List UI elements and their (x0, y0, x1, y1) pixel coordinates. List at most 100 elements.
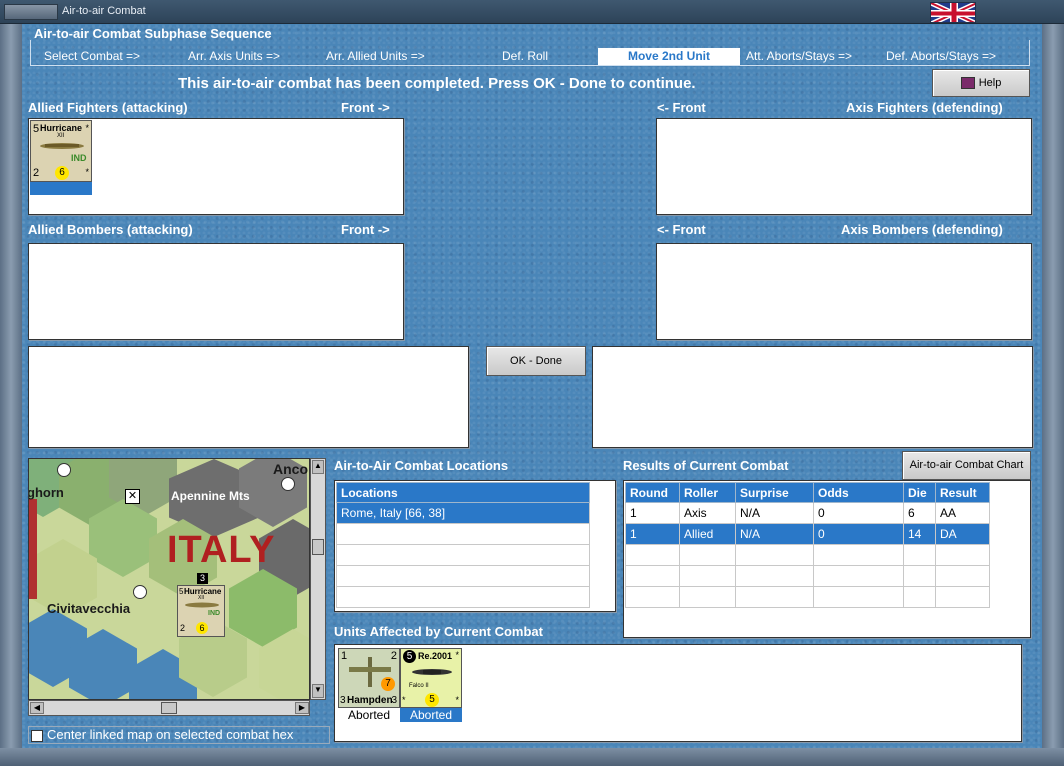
cell-roller: Axis (679, 502, 736, 524)
air-combat-chart-button[interactable]: Air-to-air Combat Chart (902, 451, 1031, 480)
col-die[interactable]: Die (903, 482, 936, 503)
fighter-icon (412, 669, 452, 675)
cell-surprise: N/A (735, 523, 814, 545)
map-label-italy: ITALY (167, 529, 276, 571)
cell-odds: 0 (813, 523, 904, 545)
plane-icon (40, 143, 84, 149)
axis-detail-box (592, 346, 1033, 448)
port-icon (57, 463, 71, 477)
counter-star-bottom-right: * (455, 695, 459, 705)
seq-step-allied-units: Arr. Allied Units => (326, 49, 425, 63)
unit-status-re2001: Aborted (400, 708, 462, 722)
cell-result: DA (935, 523, 990, 545)
counter-star-top: * (455, 650, 459, 660)
map-label-apennine: Apennine Mts (171, 489, 250, 503)
status-message: This air-to-air combat has been complete… (178, 75, 696, 92)
axis-bombers-box[interactable] (656, 243, 1032, 340)
location-row-empty (336, 544, 590, 566)
counter-value: 7 (381, 677, 395, 691)
counter-nation: IND (71, 153, 87, 163)
left-border (0, 24, 22, 766)
table-row-empty (625, 544, 990, 566)
location-row-empty (336, 523, 590, 545)
cell-roller: Allied (679, 523, 736, 545)
allied-fighters-label: Allied Fighters (attacking) (28, 100, 188, 115)
help-book-icon (960, 77, 975, 90)
mini-map[interactable]: ghorn Apennine Mts Anco ITALY Civitavecc… (28, 458, 310, 700)
col-surprise[interactable]: Surprise (735, 482, 814, 503)
front-left-label-1: <- Front (657, 100, 706, 115)
table-row[interactable]: 1 Allied N/A 0 14 DA (625, 523, 990, 545)
locations-title: Air-to-Air Combat Locations (334, 458, 509, 473)
counter-left-top: 5 (403, 650, 416, 663)
results-table-box[interactable]: Round Roller Surprise Odds Die Result 1 … (623, 480, 1031, 638)
cell-round: 1 (625, 502, 680, 524)
front-right-label-1: Front -> (341, 100, 390, 115)
scroll-up-arrow-icon[interactable]: ▲ (312, 460, 324, 474)
locations-header[interactable]: Locations (336, 482, 590, 503)
axis-bombers-label: Axis Bombers (defending) (841, 222, 1003, 237)
unit-counter-hurricane[interactable]: 5 Hurricane * XII IND 2 6 * (30, 120, 92, 182)
location-cell: Rome, Italy [66, 38] (336, 502, 590, 524)
title-bar[interactable] (0, 0, 1064, 24)
sequence-title: Air-to-air Combat Subphase Sequence (34, 26, 272, 41)
cell-round: 1 (625, 523, 680, 545)
results-title: Results of Current Combat (623, 458, 789, 473)
cell-odds: 0 (813, 502, 904, 524)
col-result[interactable]: Result (935, 482, 990, 503)
col-odds[interactable]: Odds (813, 482, 904, 503)
ok-done-button[interactable]: OK - Done (486, 346, 586, 376)
map-counter-air2air: 2 (180, 623, 186, 633)
front-left-label-2: <- Front (657, 222, 706, 237)
help-button[interactable]: Help (932, 69, 1030, 97)
scroll-down-arrow-icon[interactable]: ▼ (312, 684, 324, 698)
center-map-checkbox[interactable] (31, 729, 43, 742)
seq-step-def-aborts: Def. Aborts/Stays => (886, 49, 997, 63)
map-counter-nation: IND (208, 610, 221, 617)
map-vertical-scrollbar[interactable]: ▲ ▼ (310, 458, 326, 700)
bottom-border (0, 748, 1064, 766)
location-row-empty (336, 565, 590, 587)
table-row-empty (625, 565, 990, 587)
scroll-thumb[interactable] (312, 539, 324, 555)
center-map-checkbox-row[interactable]: Center linked map on selected combat hex (28, 726, 330, 744)
map-label-anco: Anco (273, 461, 308, 477)
counter-name: Hampden (347, 695, 393, 706)
unit-counter-re2001[interactable]: 5 Re.2001 * Falco II * 5 * (400, 648, 462, 708)
seq-step-move-2nd-unit: Move 2nd Unit (598, 48, 740, 65)
col-round[interactable]: Round (625, 482, 680, 503)
unit-status-hampden: Aborted (347, 708, 391, 722)
location-row[interactable]: Rome, Italy [66, 38] (336, 502, 590, 524)
unit-counter-hampden[interactable]: 1 2 7 3 Hampden 3 (338, 648, 400, 708)
counter-star-bottom-left: * (402, 695, 406, 705)
port-icon (133, 585, 147, 599)
cell-die: 6 (903, 502, 936, 524)
right-border (1042, 24, 1064, 766)
cell-surprise: N/A (735, 502, 814, 524)
locations-list[interactable]: Locations Rome, Italy [66, 38] (334, 480, 616, 612)
scroll-left-arrow-icon[interactable]: ◀ (30, 702, 44, 714)
cell-result: AA (935, 502, 990, 524)
counter-star-bottom: * (85, 167, 89, 177)
map-horizontal-scrollbar[interactable]: ◀ ▶ (28, 700, 310, 716)
map-label-civitavecchia: Civitavecchia (47, 601, 131, 616)
map-counter-left-top: 5 (179, 587, 184, 596)
col-roller[interactable]: Roller (679, 482, 736, 503)
counter-bottom-left: 3 (340, 695, 346, 706)
seq-step-axis-units: Arr. Axis Units => (188, 49, 281, 63)
allied-bombers-box[interactable] (28, 243, 404, 340)
cell-die: 14 (903, 523, 936, 545)
stack-count: 3 (197, 573, 208, 584)
allied-bombers-label: Allied Bombers (attacking) (28, 222, 193, 237)
counter-bottom-right: 3 (391, 695, 397, 706)
scroll-right-arrow-icon[interactable]: ▶ (295, 702, 309, 714)
counter-name: Re.2001 (418, 651, 453, 661)
axis-fighters-box[interactable] (656, 118, 1032, 215)
map-label-ghorn: ghorn (28, 485, 64, 500)
table-row[interactable]: 1 Axis N/A 0 6 AA (625, 502, 990, 524)
counter-range: 6 (55, 166, 69, 180)
system-menu-button[interactable] (4, 4, 58, 20)
map-unit-counter[interactable]: 5 Hurricane XII IND 2 6 (177, 585, 225, 637)
scroll-thumb-h[interactable] (161, 702, 177, 714)
table-row-empty (625, 586, 990, 608)
